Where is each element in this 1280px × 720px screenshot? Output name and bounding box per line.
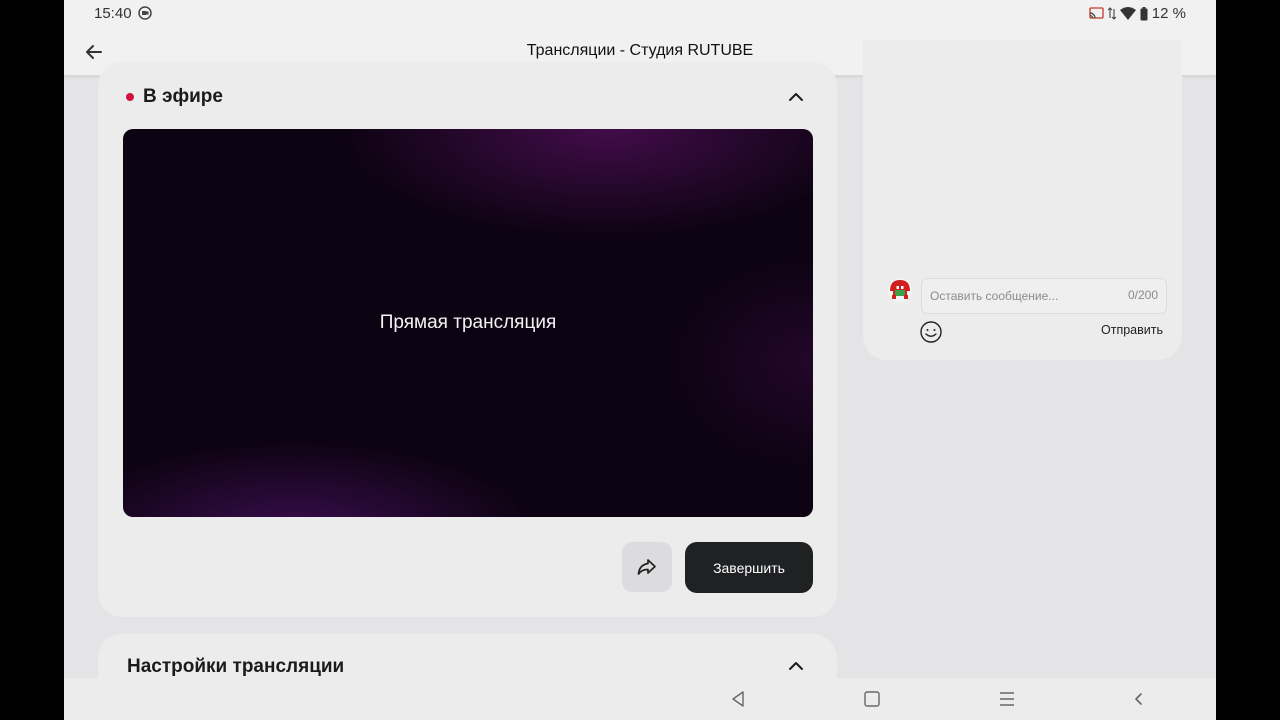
chevron-up-icon[interactable]: [784, 85, 808, 109]
screen-record-icon: [138, 6, 152, 20]
live-card: В эфире Прямая трансляция Завершить: [98, 62, 837, 617]
share-button[interactable]: [622, 542, 672, 592]
settings-title: Настройки трансляции: [127, 656, 345, 677]
data-arrows-icon: [1107, 7, 1116, 20]
live-dot-icon: [126, 93, 134, 101]
chevron-left-icon[interactable]: [1128, 688, 1150, 710]
cast-icon: [1089, 7, 1104, 19]
chat-panel: Оставить сообщение... 0/200 Отправить: [863, 40, 1182, 360]
player-caption: Прямая трансляция: [379, 312, 557, 333]
battery-percent: 12 %: [1151, 5, 1186, 22]
status-icons: 12 %: [1089, 5, 1186, 22]
status-time: 15:40: [94, 5, 132, 22]
battery-icon: [1140, 6, 1148, 20]
avatar: [888, 278, 912, 302]
message-input[interactable]: Оставить сообщение... 0/200: [921, 278, 1167, 314]
home-square-icon[interactable]: [861, 688, 883, 710]
smiley-icon[interactable]: [919, 320, 943, 344]
back-triangle-icon[interactable]: [727, 688, 749, 710]
live-header: В эфире: [126, 86, 223, 108]
video-player[interactable]: Прямая трансляция: [123, 129, 813, 517]
wifi-icon: [1119, 7, 1136, 20]
char-counter: 0/200: [1127, 288, 1158, 302]
system-nav-bar: [64, 678, 1216, 720]
status-bar: 15:40 12 %: [64, 0, 1216, 28]
chevron-up-icon[interactable]: [784, 654, 808, 678]
finish-broadcast-button[interactable]: Завершить: [685, 542, 813, 593]
live-status-label: В эфире: [143, 86, 223, 107]
screen: 15:40 12 % Трансляции - Студия RUTUBE В …: [64, 0, 1216, 720]
share-arrow-icon: [637, 559, 656, 575]
message-placeholder: Оставить сообщение...: [930, 289, 1059, 303]
send-button[interactable]: Отправить: [1101, 323, 1163, 337]
menu-lines-icon[interactable]: [996, 688, 1018, 710]
